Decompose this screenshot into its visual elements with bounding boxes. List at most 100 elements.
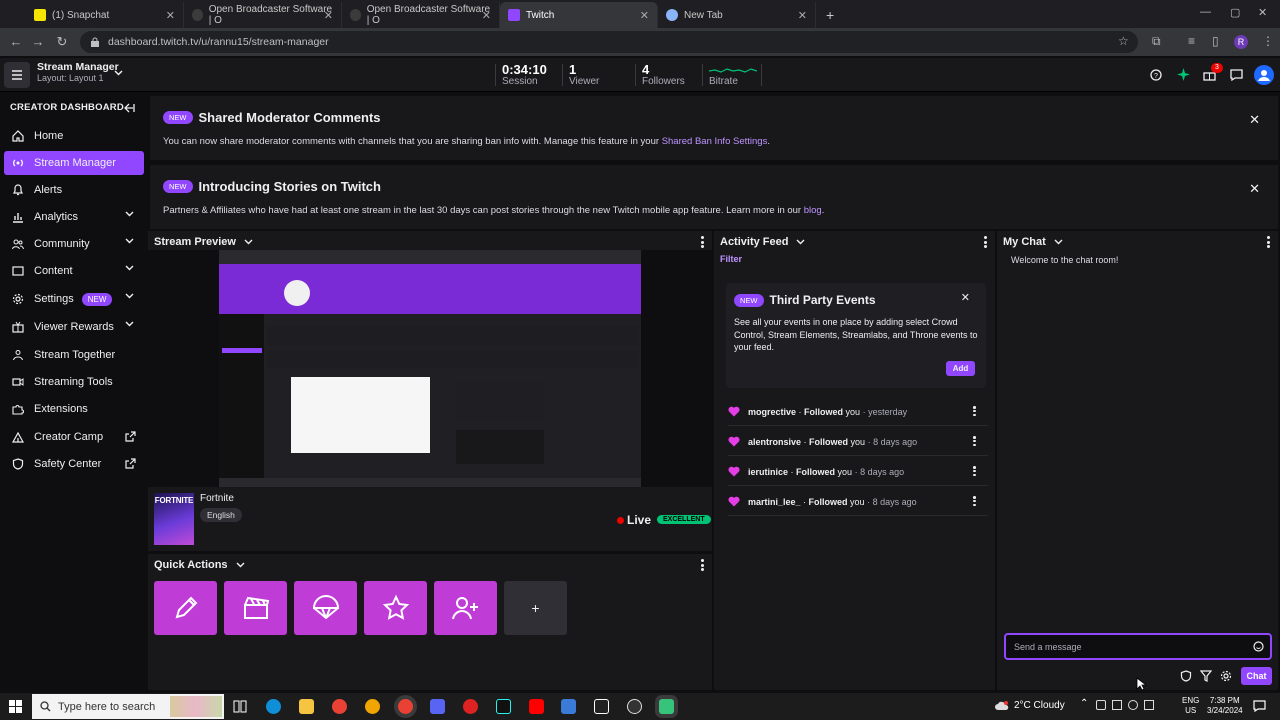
tab-close-icon[interactable]: ✕ <box>166 9 175 22</box>
sidebar-item-analytics[interactable]: Analytics <box>4 205 144 229</box>
list-item[interactable]: ierutinice · Followed you · 8 days ago <box>728 458 988 486</box>
filter-link[interactable]: Filter <box>720 254 742 264</box>
bookmark-star-icon[interactable]: ☆ <box>1118 34 1129 48</box>
stream-preview-video[interactable] <box>219 250 641 487</box>
sidebar-item-stream-manager[interactable]: Stream Manager <box>4 151 144 175</box>
shoutout-button[interactable] <box>434 581 497 635</box>
minimize-icon[interactable]: — <box>1200 6 1211 18</box>
obs-taskbar-icon[interactable] <box>627 699 642 714</box>
sidebar-item-settings[interactable]: Settings NEW <box>4 287 144 311</box>
add-button[interactable]: Add <box>946 361 975 376</box>
back-icon[interactable]: ← <box>4 34 28 49</box>
add-quick-action-button[interactable]: + <box>504 581 567 635</box>
browser-tab-twitch[interactable]: Twitch ✕ <box>500 2 658 28</box>
more-options-icon[interactable] <box>973 466 976 476</box>
sidebar-item-safety-center[interactable]: Safety Center <box>4 452 144 476</box>
tray-overflow-icon[interactable]: ⌃ <box>1080 698 1088 709</box>
chrome-menu-icon[interactable]: ⋮ <box>1262 34 1274 48</box>
chevron-down-icon[interactable] <box>114 70 123 76</box>
list-item[interactable]: alentronsive · Followed you · 8 days ago <box>728 428 988 456</box>
notifications-icon[interactable] <box>1253 700 1266 712</box>
tab-close-icon[interactable]: ✕ <box>798 9 807 22</box>
media-player-icon[interactable] <box>561 699 576 714</box>
filter-icon[interactable] <box>1200 670 1212 682</box>
raid-button[interactable] <box>294 581 357 635</box>
chevron-down-icon[interactable] <box>236 562 245 568</box>
network-icon[interactable] <box>1096 700 1106 710</box>
browser-tab-newtab[interactable]: New Tab ✕ <box>658 2 816 28</box>
language-indicator[interactable]: ENG US <box>1182 696 1199 715</box>
close-icon[interactable]: ✕ <box>961 291 970 304</box>
more-options-icon[interactable] <box>973 436 976 446</box>
taskbar-search-input[interactable]: Type here to search <box>32 694 224 719</box>
chrome-alt-icon[interactable] <box>365 699 380 714</box>
game-name[interactable]: Fortnite <box>200 493 234 504</box>
sidepanel-icon[interactable]: ▯ <box>1212 34 1219 48</box>
sidebar-item-alerts[interactable]: Alerts <box>4 178 144 202</box>
browser-tab-obs-1[interactable]: Open Broadcaster Software | O ✕ <box>184 2 342 28</box>
menu-icon[interactable] <box>4 62 30 88</box>
task-view-icon[interactable] <box>233 700 247 713</box>
edge-icon[interactable] <box>266 699 281 714</box>
app-active-icon[interactable] <box>659 699 674 714</box>
layout-switcher[interactable]: Stream Manager Layout: Layout 1 <box>37 61 119 83</box>
discord-icon[interactable] <box>430 699 445 714</box>
send-chat-button[interactable]: Chat <box>1241 667 1272 685</box>
tab-close-icon[interactable]: ✕ <box>482 9 491 22</box>
edit-stream-info-button[interactable] <box>154 581 217 635</box>
language-tag[interactable]: English <box>200 508 242 522</box>
new-tab-button[interactable]: + <box>816 2 844 28</box>
help-icon[interactable]: ? <box>1150 69 1162 81</box>
youtube-icon[interactable] <box>529 699 544 714</box>
chevron-down-icon[interactable] <box>244 239 253 245</box>
chat-input[interactable]: Send a message <box>1004 633 1272 660</box>
collapse-sidebar-icon[interactable] <box>124 103 135 113</box>
site-info-icon[interactable] <box>90 37 100 47</box>
opera-icon[interactable] <box>463 699 478 714</box>
reading-list-icon[interactable]: ≡ <box>1188 34 1195 48</box>
tab-close-icon[interactable]: ✕ <box>640 9 649 22</box>
event-user[interactable]: mogrective <box>748 407 796 417</box>
event-user[interactable]: alentronsive <box>748 437 801 447</box>
chrome-taskbar-icon[interactable] <box>332 699 347 714</box>
list-item[interactable]: martini_lee_ · Followed you · 8 days ago <box>728 488 988 516</box>
weather-text[interactable]: 2°C Cloudy <box>1014 700 1065 711</box>
chrome-active-icon[interactable] <box>398 699 413 714</box>
tab-close-icon[interactable]: ✕ <box>324 9 333 22</box>
browser-tab-snapchat[interactable]: (1) Snapchat ✕ <box>26 2 184 28</box>
sidebar-item-viewer-rewards[interactable]: Viewer Rewards <box>4 315 144 339</box>
more-options-icon[interactable] <box>973 406 976 416</box>
blog-link[interactable]: blog <box>804 205 822 216</box>
sparkle-icon[interactable] <box>1177 68 1190 81</box>
battery-icon[interactable] <box>1112 700 1122 710</box>
chevron-down-icon[interactable] <box>796 239 805 245</box>
more-options-icon[interactable] <box>701 559 704 571</box>
more-options-icon[interactable] <box>984 236 987 248</box>
shared-ban-info-link[interactable]: Shared Ban Info Settings <box>662 136 768 147</box>
window-close-icon[interactable]: ✕ <box>1258 6 1267 19</box>
sidebar-item-community[interactable]: Community <box>4 232 144 256</box>
reload-icon[interactable]: ↻ <box>50 34 74 50</box>
highlight-button[interactable] <box>364 581 427 635</box>
sidebar-item-content[interactable]: Content <box>4 259 144 283</box>
more-options-icon[interactable] <box>1267 236 1270 248</box>
volume-icon[interactable] <box>1128 700 1138 710</box>
sidebar-item-streaming-tools[interactable]: Streaming Tools <box>4 370 144 394</box>
more-options-icon[interactable] <box>701 236 704 248</box>
sidebar-item-stream-together[interactable]: Stream Together <box>4 343 144 367</box>
event-user[interactable]: ierutinice <box>748 467 788 477</box>
sidebar-item-extensions[interactable]: Extensions <box>4 397 144 421</box>
clock[interactable]: 7:38 PM 3/24/2024 <box>1207 696 1243 715</box>
event-user[interactable]: martini_lee_ <box>748 497 801 507</box>
game-cover[interactable]: FORTNITE <box>154 493 194 545</box>
create-clip-button[interactable] <box>224 581 287 635</box>
file-explorer-icon[interactable] <box>299 699 314 714</box>
close-icon[interactable]: ✕ <box>1249 181 1260 197</box>
browser-tab-obs-2[interactable]: Open Broadcaster Software | O ✕ <box>342 2 500 28</box>
profile-avatar[interactable]: R <box>1234 35 1248 49</box>
mic-icon[interactable] <box>1144 700 1154 710</box>
windows-start-icon[interactable] <box>9 700 22 713</box>
tab-search-icon[interactable] <box>0 2 26 28</box>
chevron-down-icon[interactable] <box>1054 239 1063 245</box>
maximize-icon[interactable]: ▢ <box>1230 6 1240 19</box>
